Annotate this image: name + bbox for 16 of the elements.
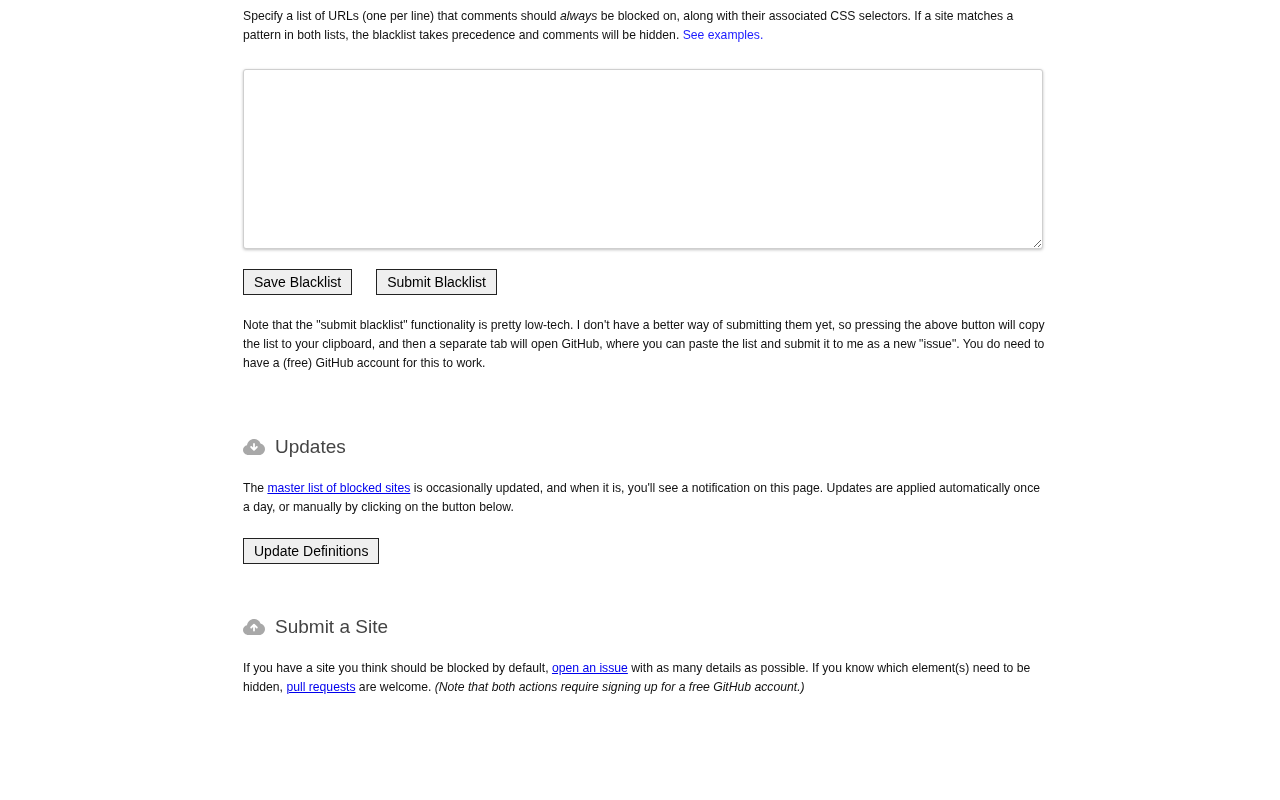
link[interactable]: See examples. xyxy=(682,28,764,42)
section-text: If you have a site you think should be blocked by default, open an issue with as many details as possible. If you know which element(s) need to be hidden, pull requests are welcome. (Note that both actions require signing up for a free GitHub account.) xyxy=(243,660,1032,696)
link[interactable]: open an issue xyxy=(551,661,628,675)
note-text: Note that the "submit blacklist" functionality is pretty low-tech. I don't have a better way of submitting them yet, so pressing the above button will copy the list to your clipboard, and then a separate tab will open GitHub, where you can paste the list and submit it to me as a new "issue". You do need to have a (free) GitHub account for this to work. xyxy=(243,317,1045,372)
cloud-upload-icon xyxy=(243,619,265,635)
intro-text: Specify a list of URLs (one per line) that comments should always be blocked on, along with their associated CSS selectors. If a site matches a pattern in both lists, the blacklist takes precedence and comments will be hidden. See examples. xyxy=(243,8,1015,44)
cloud-download-icon xyxy=(243,439,265,455)
action-button[interactable]: Update Definitions xyxy=(243,538,380,564)
action-button[interactable]: Save Blacklist xyxy=(243,269,353,295)
section-heading: Updates xyxy=(275,435,346,459)
link[interactable]: pull requests xyxy=(286,680,356,694)
section-heading: Submit a Site xyxy=(275,615,388,639)
section-text: The master list of blocked sites is occasionally updated, and when it is, you'll see a notification on this page. Updates are applied automatically once a day, or manually by clicking on the button below. xyxy=(243,480,1041,516)
link[interactable]: master list of blocked sites xyxy=(267,481,411,495)
blacklist-field[interactable] xyxy=(243,69,1043,249)
action-button[interactable]: Submit Blacklist xyxy=(376,269,497,295)
